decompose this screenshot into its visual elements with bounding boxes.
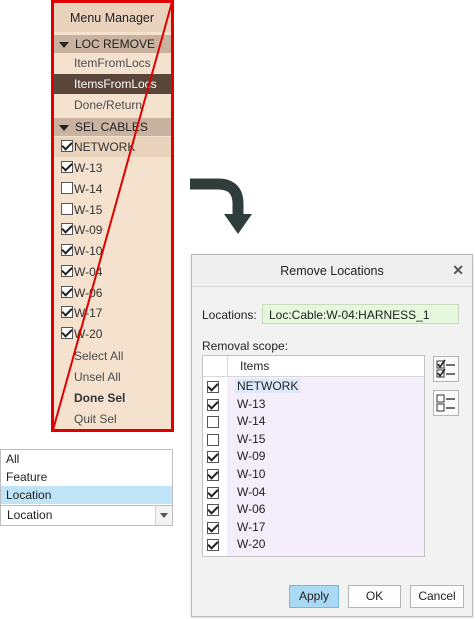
cable-item-w10[interactable]: W-10	[52, 241, 172, 261]
cable-item-network[interactable]: NETWORK	[52, 137, 172, 157]
table-row[interactable]: W-17	[203, 519, 424, 537]
unselect-all-button[interactable]: Unsel All	[52, 367, 172, 387]
table-row[interactable]: W-14	[203, 413, 424, 431]
checkbox[interactable]	[61, 265, 73, 277]
checkbox[interactable]	[207, 433, 219, 446]
deselect-all-icon-graphic	[436, 394, 455, 412]
menu-manager: Menu Manager LOC REMOVE ItemFromLocs Ite…	[52, 0, 172, 432]
locations-label: Locations:	[202, 308, 257, 322]
checkbox[interactable]	[207, 521, 219, 534]
locations-field[interactable]: Loc:Cable:W-04:HARNESS_1	[262, 304, 459, 324]
checkbox[interactable]	[61, 223, 73, 235]
deselect-all-icon[interactable]	[433, 390, 459, 416]
table-row[interactable]: W-15	[203, 431, 424, 449]
checkbox[interactable]	[61, 182, 73, 194]
filter-option-feature[interactable]: Feature	[1, 468, 172, 486]
removal-scope-label: Removal scope:	[202, 339, 289, 353]
items-table: Items NETWORK W-13 W-14 W-15 W-09 W-10 W…	[202, 355, 425, 557]
close-icon[interactable]: ✕	[452, 262, 464, 279]
dialog-title: Remove Locations	[280, 264, 384, 278]
cable-item-w06[interactable]: W-06	[52, 283, 172, 303]
checkbox[interactable]	[207, 416, 219, 429]
table-row[interactable]: W-13	[203, 396, 424, 414]
filter-option-all[interactable]: All	[1, 450, 172, 468]
checkbox[interactable]	[207, 451, 219, 464]
checkbox[interactable]	[207, 539, 219, 552]
chevron-down-icon[interactable]	[155, 506, 172, 525]
table-header: Items	[203, 356, 424, 377]
table-row[interactable]: NETWORK	[203, 378, 424, 396]
items-column-header[interactable]: Items	[227, 356, 420, 376]
cable-item-w17[interactable]: W-17	[52, 303, 172, 323]
sel-cables-header[interactable]: SEL CABLES	[52, 118, 172, 136]
table-row[interactable]: W-04	[203, 484, 424, 502]
checkbox[interactable]	[61, 140, 73, 152]
select-all-icon[interactable]	[433, 356, 459, 382]
checkbox[interactable]	[207, 398, 219, 411]
curved-arrow-icon	[190, 178, 252, 234]
cable-item-w04[interactable]: W-04	[52, 262, 172, 282]
menu-item-itemsfromlocs[interactable]: ItemsFromLocs	[52, 74, 172, 94]
quit-sel-button[interactable]: Quit Sel	[52, 409, 172, 429]
collapse-triangle-icon	[59, 124, 69, 131]
done-sel-button[interactable]: Done Sel	[52, 388, 172, 408]
select-all-icon-graphic	[436, 359, 455, 378]
cable-item-w13[interactable]: W-13	[52, 158, 172, 178]
select-all-button[interactable]: Select All	[52, 346, 172, 366]
checkbox[interactable]	[207, 469, 219, 481]
checkbox[interactable]	[207, 504, 219, 517]
checkbox[interactable]	[61, 203, 73, 215]
remove-locations-dialog: Remove Locations ✕ Locations: Loc:Cable:…	[191, 254, 473, 617]
cable-item-w15[interactable]: W-15	[52, 200, 172, 220]
filter-dropdown-value: Location	[7, 508, 53, 522]
checkbox[interactable]	[207, 381, 219, 393]
cable-item-w20[interactable]: W-20	[52, 324, 172, 344]
table-row[interactable]: W-09	[203, 448, 424, 466]
ok-button[interactable]: OK	[348, 585, 401, 608]
checkbox[interactable]	[61, 161, 73, 173]
menu-item-done-return[interactable]: Done/Return	[52, 95, 172, 115]
menu-manager-title: Menu Manager	[52, 4, 172, 32]
dialog-titlebar: Remove Locations ✕	[192, 255, 472, 287]
filter-option-location[interactable]: Location	[1, 486, 172, 504]
collapse-triangle-icon	[59, 41, 69, 48]
checkbox[interactable]	[61, 244, 73, 256]
cancel-button[interactable]: Cancel	[410, 585, 464, 608]
checkbox[interactable]	[61, 286, 73, 298]
checkbox[interactable]	[61, 306, 73, 318]
loc-remove-header[interactable]: LOC REMOVE	[52, 35, 172, 53]
table-row[interactable]: W-20	[203, 536, 424, 554]
table-row[interactable]: W-06	[203, 501, 424, 519]
filter-dropdown[interactable]: Location	[0, 505, 173, 526]
filter-list: All Feature Location	[0, 449, 173, 506]
menu-item-itemfromlocs[interactable]: ItemFromLocs	[52, 53, 172, 73]
cable-item-w09[interactable]: W-09	[52, 220, 172, 240]
apply-button[interactable]: Apply	[289, 585, 339, 608]
cable-item-w14[interactable]: W-14	[52, 179, 172, 199]
checkbox[interactable]	[207, 486, 219, 499]
table-row[interactable]: W-10	[203, 466, 424, 484]
checkbox[interactable]	[61, 327, 73, 339]
